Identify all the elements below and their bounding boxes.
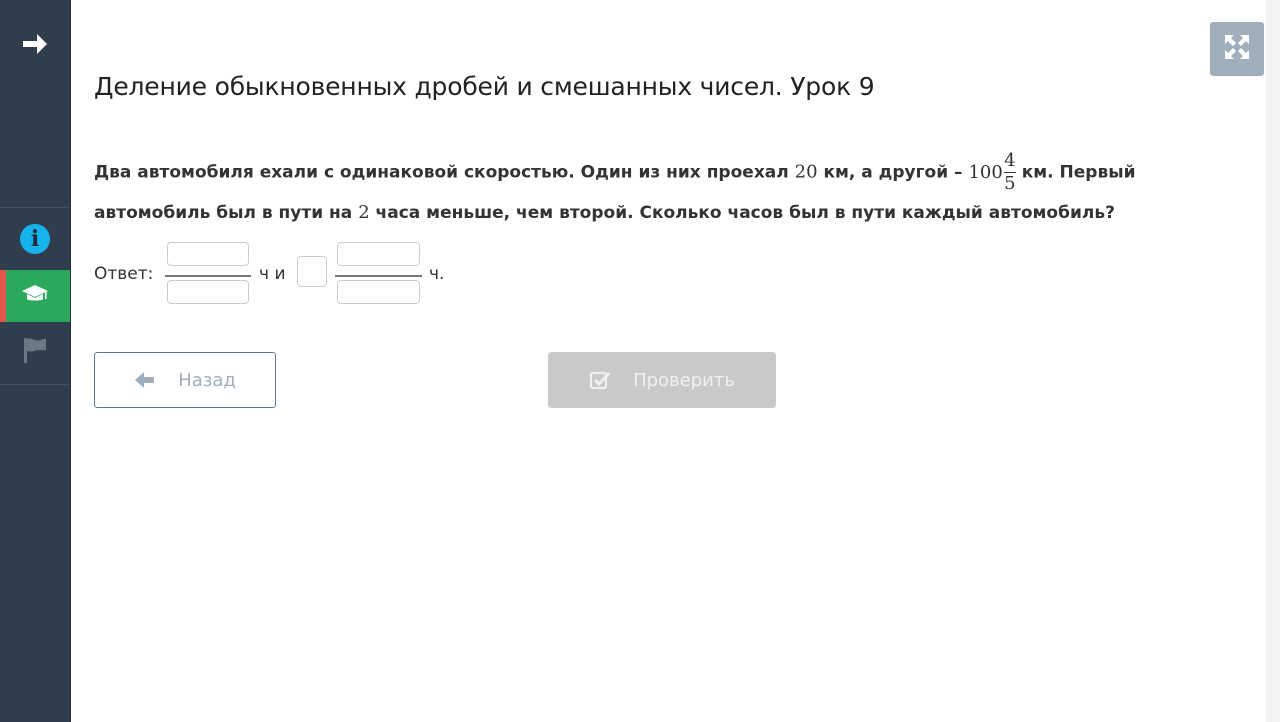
question-text: Два автомобиля ехали с одинаковой скорос… <box>94 150 1194 231</box>
mixed-number: 100 4 5 <box>968 150 1016 195</box>
fraction-numerator: 4 <box>1004 150 1016 171</box>
next-arrow-button[interactable] <box>0 20 70 72</box>
math-number: 20 <box>794 161 818 183</box>
unit-hours-end: ч. <box>429 264 445 284</box>
fraction: 45 <box>1003 150 1016 195</box>
math-number: 2 <box>358 202 370 223</box>
sidebar-divider <box>0 207 70 208</box>
checkbox-checked-icon <box>589 370 611 390</box>
fraction1-denominator-input[interactable] <box>167 280 249 304</box>
fullscreen-button[interactable] <box>1210 22 1264 76</box>
flag-icon <box>22 336 48 368</box>
check-button[interactable]: Проверить <box>548 352 776 408</box>
sidebar-item-flag[interactable] <box>0 324 70 380</box>
check-button-label: Проверить <box>633 369 735 391</box>
expand-icon <box>1223 33 1251 65</box>
fraction1-line <box>165 275 251 277</box>
fraction2-denominator-input[interactable] <box>337 280 420 304</box>
back-button[interactable]: Назад <box>94 352 276 408</box>
graduation-cap-icon <box>21 283 49 309</box>
sidebar-item-info[interactable]: i <box>0 210 70 268</box>
fraction2-line <box>335 275 422 277</box>
whole2-input[interactable] <box>297 256 327 287</box>
sidebar-divider <box>0 384 70 385</box>
page-title: Деление обыкновенных дробей и смешанных … <box>94 72 875 101</box>
arrow-right-icon <box>21 31 49 61</box>
answer-row: Ответ: ч и ч. <box>94 242 594 306</box>
question-part: часа меньше, чем второй. Сколько часов б… <box>369 203 1115 223</box>
back-button-label: Назад <box>178 369 236 391</box>
fraction1-numerator-input[interactable] <box>167 242 249 266</box>
scrollbar[interactable] <box>1266 0 1280 722</box>
info-icon: i <box>20 224 50 254</box>
answer-label: Ответ: <box>94 264 154 284</box>
mixed-whole: 100 <box>968 161 1003 183</box>
fraction2-numerator-input[interactable] <box>337 242 420 266</box>
question-part: Два автомобиля ехали с одинаковой скорос… <box>94 162 795 183</box>
sidebar-item-learn[interactable] <box>0 270 70 322</box>
unit-hours-and: ч и <box>259 264 286 284</box>
fraction-denominator: 5 <box>1004 173 1016 194</box>
sidebar: i <box>0 0 71 722</box>
question-part: км, а другой – <box>817 162 969 183</box>
arrow-left-icon <box>134 371 156 389</box>
